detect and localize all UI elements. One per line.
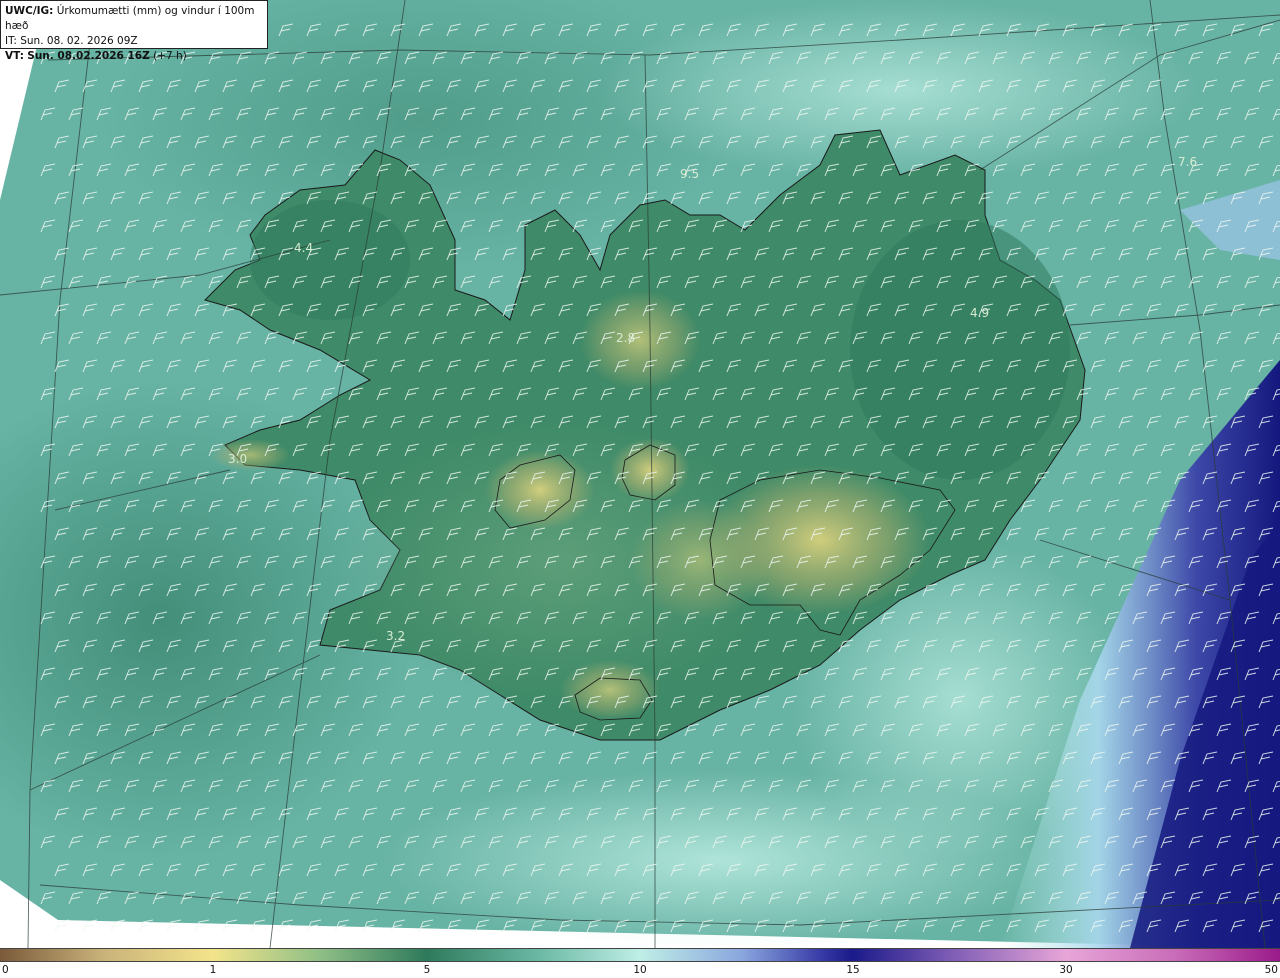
product-line: UWC/IG: Úrkomumætti (mm) og vindur í 100… (5, 4, 263, 34)
value-4-4-westfjords: 4.4 (294, 241, 313, 255)
precipitation-wind-map: 9.5 4.4 2.8 4.9 3.0 3.2 7.6 (0, 0, 1280, 948)
colorbar-tick-15: 15 (846, 964, 860, 976)
colorbar-strip (0, 948, 1280, 962)
valid-time: Sun. 08.02.2026 16Z (27, 50, 150, 62)
initial-time: IT: Sun. 08. 02. 2026 09Z (5, 35, 138, 47)
land-yellow-hofsjokull (610, 438, 690, 502)
valid-label: VT: (5, 50, 24, 62)
land-dark-east (850, 220, 1070, 480)
value-4-9-east: 4.9 (970, 306, 989, 320)
value-3-2-southwest: 3.2 (386, 629, 405, 643)
colorbar-tick-1: 1 (209, 964, 217, 976)
colorbar-tick-10: 10 (633, 964, 647, 976)
lead-time: (+7 h) (153, 50, 187, 62)
colorbar-tick-5: 5 (423, 964, 431, 976)
colorbar-tick-50: 50 (1264, 964, 1278, 976)
precipitation-colorbar: 0 1 5 10 15 30 50 (0, 948, 1280, 978)
valid-time-line: VT: Sun. 08.02.2026 16Z (+7 h) (5, 49, 263, 64)
sea-light-north (600, 0, 1200, 180)
value-3-0-snaefellsnes: 3.0 (228, 452, 247, 466)
map-info-box: UWC/IG: Úrkomumætti (mm) og vindur í 100… (0, 0, 268, 62)
value-9-5-north: 9.5 (680, 167, 699, 181)
land-yellow-central (630, 500, 770, 620)
product-code: UWC/IG: (5, 5, 54, 17)
colorbar-tick-0: 0 (2, 964, 9, 976)
colorbar-tick-30: 30 (1059, 964, 1073, 976)
value-2-8-north-central: 2.8 (616, 331, 635, 345)
land-dark-westfjords (250, 200, 410, 320)
value-7-6-northeast-sea: 7.6 (1178, 155, 1197, 169)
